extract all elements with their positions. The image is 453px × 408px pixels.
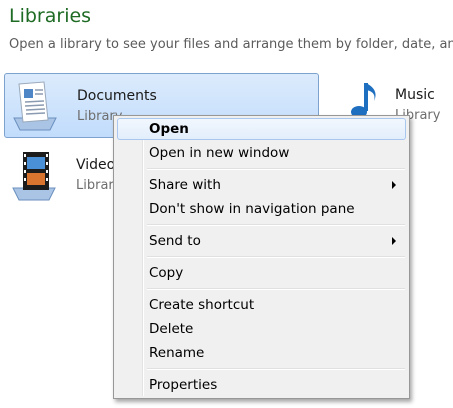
menu-item-properties[interactable]: Properties [117, 374, 406, 396]
menu-item-copy[interactable]: Copy [117, 262, 406, 284]
menu-item-label: Delete [149, 321, 194, 337]
menu-item-share-with[interactable]: Share with [117, 174, 406, 196]
menu-item-label: Properties [149, 377, 218, 393]
menu-item-label: Rename [149, 345, 205, 361]
menu-item-create-shortcut[interactable]: Create shortcut [117, 294, 406, 316]
menu-item-label: Create shortcut [149, 297, 255, 313]
menu-separator [147, 224, 405, 226]
submenu-arrow-icon [392, 237, 396, 245]
menu-item-label: Don't show in navigation pane [149, 201, 355, 217]
menu-item-rename[interactable]: Rename [117, 342, 406, 364]
menu-item-open-in-new-window[interactable]: Open in new window [117, 142, 406, 164]
menu-item-label: Send to [149, 233, 201, 249]
page-subtitle: Open a library to see your files and arr… [9, 37, 453, 52]
submenu-arrow-icon [392, 181, 396, 189]
menu-item-label: Copy [149, 265, 184, 281]
menu-item-label: Open [149, 121, 189, 137]
menu-item-delete[interactable]: Delete [117, 318, 406, 340]
menu-item-open[interactable]: Open [117, 118, 406, 140]
library-name: Documents [77, 88, 157, 104]
context-menu: Open Open in new window Share with Don't… [113, 115, 410, 399]
videos-library-icon [12, 152, 56, 201]
menu-item-label: Share with [149, 177, 221, 193]
menu-item-label: Open in new window [149, 145, 290, 161]
menu-item-dont-show-in-navigation-pane[interactable]: Don't show in navigation pane [117, 198, 406, 220]
menu-separator [147, 288, 405, 290]
menu-separator [147, 256, 405, 258]
page-title: Libraries [9, 5, 92, 27]
menu-separator [147, 168, 405, 170]
library-name: Music [395, 87, 435, 103]
library-videos[interactable]: Videos Library [4, 143, 123, 208]
menu-item-send-to[interactable]: Send to [117, 230, 406, 252]
documents-library-icon [13, 81, 57, 131]
menu-separator [147, 368, 405, 370]
